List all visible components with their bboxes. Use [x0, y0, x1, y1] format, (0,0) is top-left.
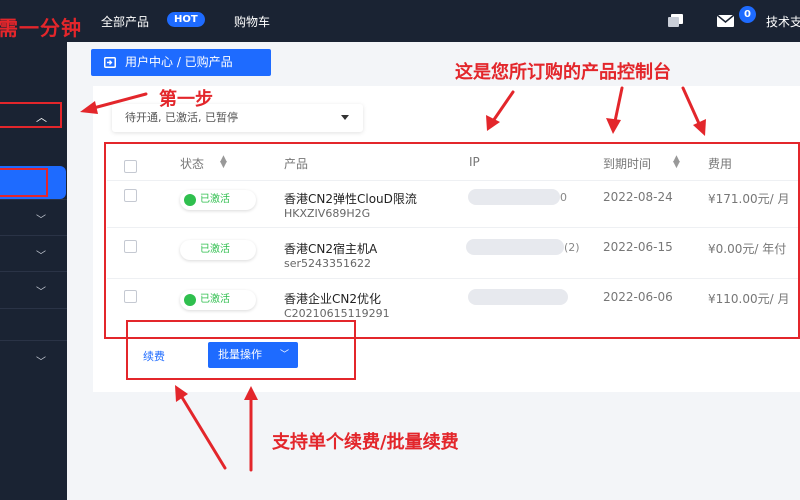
sidebar-divider: [0, 340, 67, 341]
chevron-down-icon[interactable]: ﹀: [36, 211, 46, 226]
annotation-active-item-box: [0, 168, 48, 197]
exit-icon: [104, 57, 116, 68]
annotation-sidebar-box: [0, 102, 62, 128]
status-filter-value: 待开通, 已激活, 已暂停: [125, 111, 238, 124]
user-center-label: 用户中心 / 已购产品: [125, 55, 233, 69]
annotation-console-title: 这是您所订购的产品控制台: [455, 62, 671, 83]
user-center-button[interactable]: 用户中心 / 已购产品: [91, 49, 271, 76]
mail-icon[interactable]: [717, 15, 734, 27]
caret-down-icon: [341, 115, 349, 120]
window-icon[interactable]: [668, 14, 683, 27]
sidebar-divider: [0, 199, 67, 200]
annotation-actions-box: [126, 320, 356, 380]
sidebar-divider: [0, 271, 67, 272]
mail-count-badge: 0: [739, 6, 756, 23]
annotation-table-box: [104, 142, 800, 339]
nav-cart[interactable]: 购物车: [234, 13, 270, 30]
nav-support[interactable]: 技术支: [766, 13, 800, 30]
sidebar-divider: [0, 308, 67, 309]
chevron-down-icon[interactable]: ﹀: [36, 353, 46, 368]
sidebar-divider: [0, 235, 67, 236]
annotation-step-one: 第一步: [159, 89, 213, 110]
chevron-down-icon[interactable]: ﹀: [36, 247, 46, 262]
hot-badge: HOT: [167, 12, 205, 27]
annotation-renew-support: 支持单个续费/批量续费: [272, 432, 459, 453]
chevron-down-icon[interactable]: ﹀: [36, 283, 46, 298]
nav-all-products[interactable]: 全部产品: [101, 13, 149, 30]
status-filter-select[interactable]: 待开通, 已激活, 已暂停: [112, 104, 363, 132]
top-bar: 需一分钟 全部产品 HOT 购物车 0 技术支: [0, 0, 800, 42]
brand-overlay-text: 需一分钟: [0, 16, 82, 40]
